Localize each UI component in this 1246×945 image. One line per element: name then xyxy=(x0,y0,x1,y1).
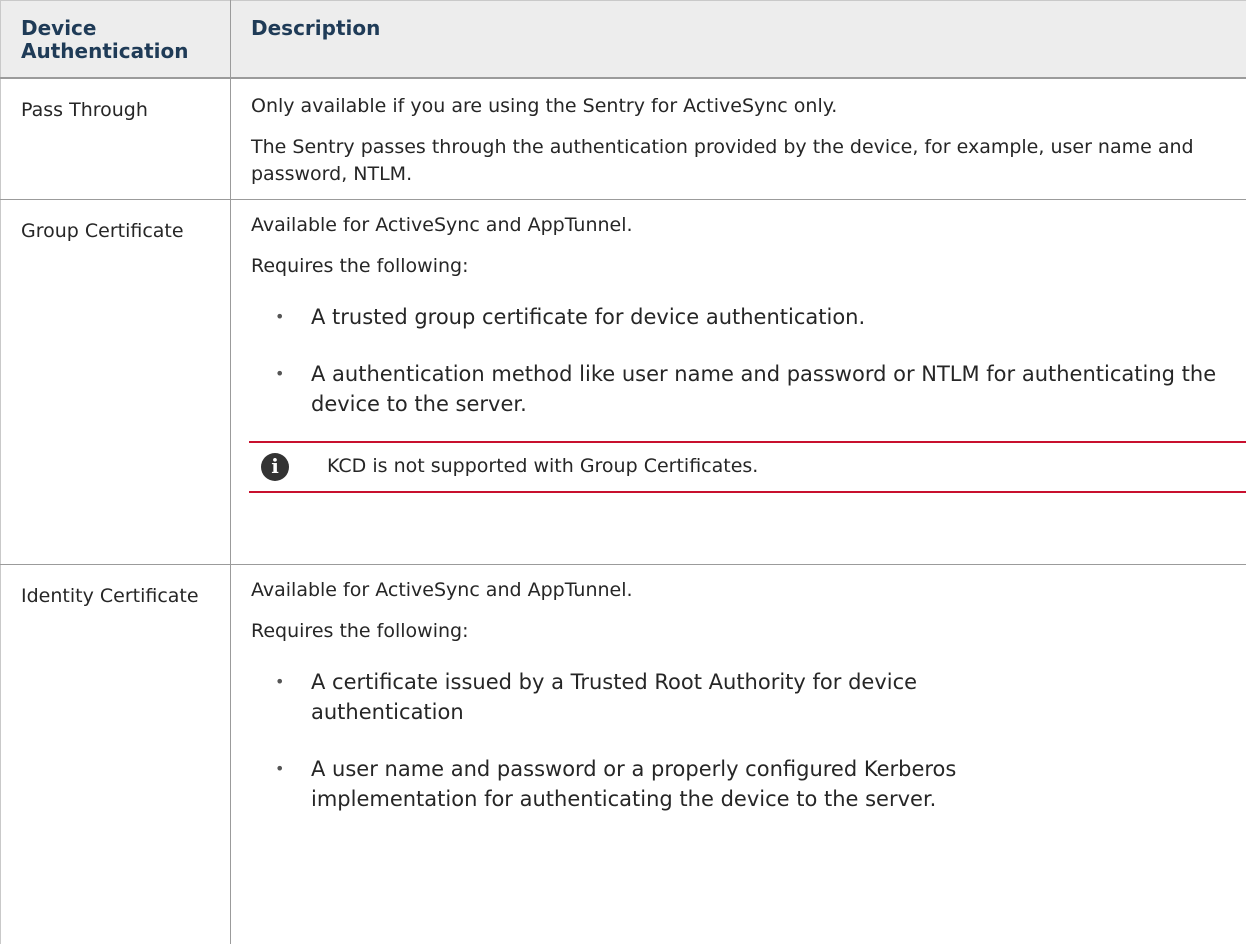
table-header-row: Device Authentication Description xyxy=(0,0,1246,79)
row-name: Identity Certificate xyxy=(0,564,231,944)
list-item-text: A user name and password or a properly c… xyxy=(311,756,957,811)
device-authentication-table: Device Authentication Description Pass T… xyxy=(0,0,1246,944)
note-text: KCD is not supported with Group Certific… xyxy=(327,455,759,477)
description-paragraph: Requires the following: xyxy=(251,254,469,277)
list-item-text: A authentication method like user name a… xyxy=(311,361,1217,416)
description-paragraph: Available for ActiveSync and AppTunnel. xyxy=(251,213,633,236)
row-description: Available for ActiveSync and AppTunnel. … xyxy=(230,564,1246,944)
requirements-list: • A trusted group certificate for device… xyxy=(251,302,1226,419)
header-col1-line2: Authentication xyxy=(21,39,189,63)
description-paragraph: Only available if you are using the Sent… xyxy=(251,95,838,117)
bullet-icon: • xyxy=(275,306,285,326)
table-row: Pass Through Only available if you are u… xyxy=(0,78,1246,200)
row-description: Available for ActiveSync and AppTunnel. … xyxy=(230,199,1246,565)
list-item: • A trusted group certificate for device… xyxy=(251,302,1226,332)
row-description: Only available if you are using the Sent… xyxy=(230,78,1246,200)
row-name: Group Certificate xyxy=(0,199,231,565)
list-item: • A authentication method like user name… xyxy=(251,359,1226,419)
bullet-icon: • xyxy=(275,758,285,778)
description-paragraph: Available for ActiveSync and AppTunnel. xyxy=(251,578,633,601)
info-icon: i xyxy=(261,452,289,481)
bullet-icon: • xyxy=(275,671,285,691)
table-row: Identity Certificate Available for Activ… xyxy=(0,564,1246,944)
header-description: Description xyxy=(230,0,1246,79)
list-item-text: A trusted group certificate for device a… xyxy=(311,304,866,329)
requirements-list: • A certificate issued by a Trusted Root… xyxy=(251,667,1226,814)
list-item: • A user name and password or a properly… xyxy=(251,754,1226,814)
header-device-authentication: Device Authentication xyxy=(0,0,231,79)
description-paragraph: Requires the following: xyxy=(251,619,469,642)
description-paragraph: The Sentry passes through the authentica… xyxy=(251,136,1194,185)
list-item-text: A certificate issued by a Trusted Root A… xyxy=(311,669,918,724)
table-row: Group Certificate Available for ActiveSy… xyxy=(0,199,1246,565)
list-item: • A certificate issued by a Trusted Root… xyxy=(251,667,1226,727)
header-col1-line1: Device xyxy=(21,16,97,40)
note-callout: i KCD is not supported with Group Certif… xyxy=(249,440,1246,493)
row-name: Pass Through xyxy=(0,78,231,200)
bullet-icon: • xyxy=(275,363,285,383)
